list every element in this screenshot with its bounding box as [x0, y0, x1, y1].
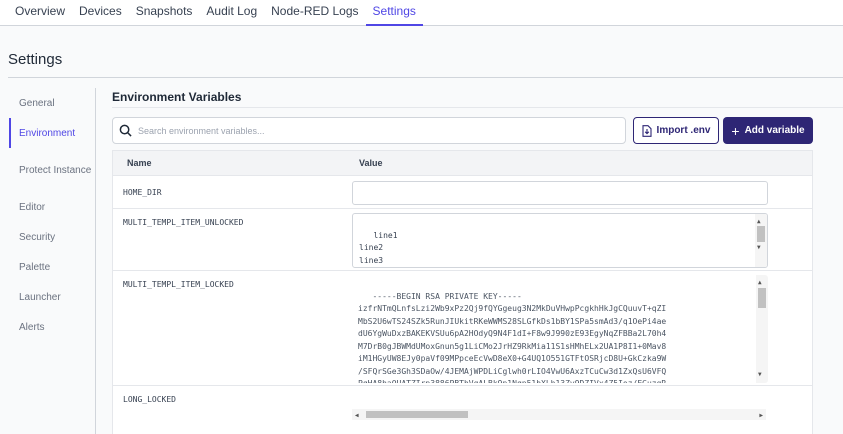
sidebar-item-security[interactable]: Security: [9, 222, 95, 252]
sidebar-item-editor[interactable]: Editor: [9, 192, 95, 222]
table-row: LONG_LOCKED aaaaaaaaaaaaaaaaaaaaaabbbbbb…: [113, 386, 812, 426]
add-variable-label: Add variable: [744, 125, 805, 136]
divider: [112, 107, 843, 108]
table-row: MULTI_TEMPL_ITEM_LOCKED -----BEGIN RSA P…: [113, 271, 812, 386]
table-row: HOME_DIR: [113, 176, 812, 209]
divider: [8, 77, 843, 78]
variable-value-text: line1 line2 line3 line4: [359, 230, 398, 265]
table-row: MULTI_TEMPL_ITEM_UNLOCKED line1 line2 li…: [113, 209, 812, 271]
table-header: Name Value: [113, 151, 812, 176]
scrollbar[interactable]: ▲ ▼: [756, 275, 768, 383]
plus-icon: +: [731, 122, 740, 139]
sidebar-item-general[interactable]: General: [9, 88, 95, 118]
tab-bar: Overview Devices Snapshots Audit Log Nod…: [0, 0, 843, 26]
search-icon: [119, 124, 132, 137]
search-box: [112, 117, 626, 144]
variable-name: MULTI_TEMPL_ITEM_UNLOCKED: [123, 218, 244, 227]
sidebar-item-alerts[interactable]: Alerts: [9, 312, 95, 342]
variable-value-locked: aaaaaaaaaaaaaaaaaaaaaabbbbbbbbbbbbbbbbbb…: [352, 390, 772, 422]
sidebar-item-launcher[interactable]: Launcher: [9, 282, 95, 312]
horizontal-scrollbar[interactable]: ◀ ▶: [352, 409, 766, 420]
search-input[interactable]: [138, 125, 608, 136]
tab-devices[interactable]: Devices: [72, 0, 129, 26]
import-env-button[interactable]: Import .env: [633, 117, 719, 144]
file-import-icon: [641, 124, 652, 137]
env-var-table: Name Value HOME_DIR MULTI_TEMPL_ITEM_UNL…: [112, 150, 813, 434]
tab-snapshots[interactable]: Snapshots: [129, 0, 200, 26]
tab-node-red-logs[interactable]: Node-RED Logs: [264, 0, 365, 26]
variable-value-text: -----BEGIN RSA PRIVATE KEY----- izfrNTmQ…: [358, 291, 667, 384]
variable-value-textarea[interactable]: line1 line2 line3 line4 ▲▼: [352, 213, 768, 268]
variable-value-locked: -----BEGIN RSA PRIVATE KEY----- izfrNTmQ…: [352, 275, 768, 383]
page-title: Settings: [8, 51, 63, 68]
column-header-value: Value: [359, 158, 383, 168]
sidebar-item-protect-instance[interactable]: Protect Instance: [9, 148, 95, 192]
variable-name: MULTI_TEMPL_ITEM_LOCKED: [123, 280, 234, 289]
sidebar-item-palette[interactable]: Palette: [9, 252, 95, 282]
section-title: Environment Variables: [112, 90, 242, 104]
add-variable-button[interactable]: + Add variable: [723, 117, 813, 144]
scrollbar[interactable]: ▲ ▼: [755, 214, 767, 267]
column-header-name: Name: [127, 158, 152, 168]
divider: [95, 88, 96, 434]
tab-overview[interactable]: Overview: [8, 0, 72, 26]
variable-value-input[interactable]: [352, 181, 768, 205]
sidebar-item-environment[interactable]: Environment: [9, 118, 95, 148]
variable-name: HOME_DIR: [123, 188, 162, 197]
variable-name: LONG_LOCKED: [123, 395, 176, 404]
import-env-label: Import .env: [656, 125, 711, 136]
settings-sidebar: General Environment Protect Instance Edi…: [9, 88, 95, 342]
tab-audit-log[interactable]: Audit Log: [199, 0, 264, 26]
tab-settings[interactable]: Settings: [365, 0, 423, 26]
